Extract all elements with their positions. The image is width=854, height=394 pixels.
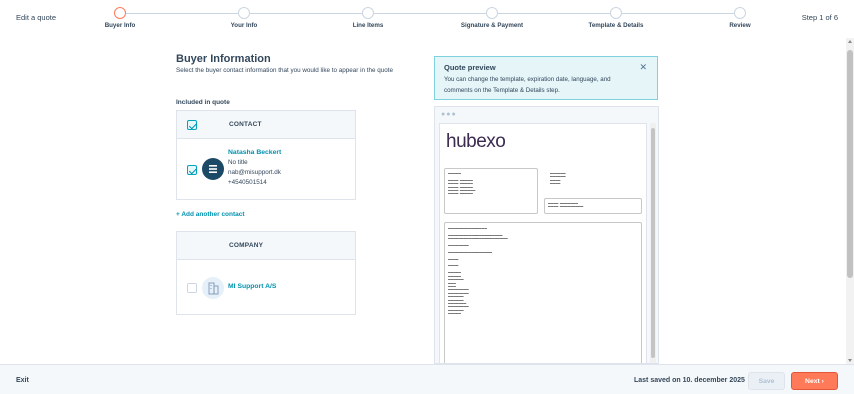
step-template-details[interactable]: Template & Details: [576, 7, 656, 29]
step-your-info[interactable]: Your Info: [204, 7, 284, 29]
edit-quote-label: Edit a quote: [16, 13, 57, 22]
contact-checkbox[interactable]: [187, 165, 197, 175]
next-button[interactable]: Next ›: [791, 372, 838, 390]
step-label: Line Items: [352, 22, 384, 29]
preview-placeholder-text: ▬▬▬▬▬▬▬▬▬▬▬▬▬▬▬ ▬▬▬▬▬▬▬▬▬▬▬▬▬▬▬▬▬▬▬▬▬ ▬▬…: [448, 227, 508, 316]
step-label: Buyer Info: [104, 22, 136, 29]
step-dot-icon: [238, 7, 250, 19]
preview-placeholder-text: ▬▬▬▬▬ ▬▬▬▬ ▬▬▬▬▬ ▬▬▬▬ ▬▬▬▬▬ ▬▬▬▬ ▬▬▬▬▬ ▬…: [448, 172, 476, 196]
save-button-label: Save: [758, 378, 775, 385]
company-header-label: COMPANY: [229, 242, 264, 249]
preview-placeholder-text: ▬▬▬▬▬▬ ▬▬▬▬▬▬ ▬▬▬▬ ▬▬▬▬: [550, 172, 566, 186]
preview-description: You can change the template, expiration …: [444, 76, 611, 94]
contact-header-label: CONTACT: [229, 121, 262, 128]
contact-title: No title: [228, 159, 248, 166]
building-icon: [208, 282, 219, 295]
preview-page: hubexo ▬▬▬▬▬ ▬▬▬▬ ▬▬▬▬▬ ▬▬▬▬ ▬▬▬▬▬ ▬▬▬▬ …: [439, 123, 647, 363]
step-label: Template & Details: [588, 22, 644, 29]
window-dots-icon: ●●●: [441, 111, 457, 118]
quote-preview-banner: Quote preview You can change the templat…: [434, 56, 658, 100]
wizard-header: Edit a quote Buyer Info Your Info Line I…: [0, 0, 854, 38]
page-title: Buyer Information: [176, 53, 271, 65]
preview-placeholder-text: ▬▬▬▬ ▬▬▬▬▬▬▬ ▬▬▬▬ ▬▬▬▬▬▬▬▬▬: [548, 202, 584, 209]
page-subtitle: Select the buyer contact information tha…: [176, 67, 394, 74]
wizard-footer: Exit Last saved on 10. december 2025 Sav…: [0, 364, 854, 394]
step-dot-icon: [362, 7, 374, 19]
preview-buyer-box: ▬▬▬▬▬ ▬▬▬▬ ▬▬▬▬▬ ▬▬▬▬ ▬▬▬▬▬ ▬▬▬▬ ▬▬▬▬▬ ▬…: [444, 168, 538, 214]
company-name-link[interactable]: MI Support A/S: [228, 283, 276, 290]
contact-avatar: [202, 158, 224, 180]
step-buyer-info[interactable]: Buyer Info: [80, 7, 160, 29]
close-icon[interactable]: ✕: [639, 62, 647, 73]
page-scrollbar[interactable]: [846, 38, 854, 364]
hubexo-logo: hubexo: [446, 131, 506, 152]
contact-name-link[interactable]: Natasha Beckert: [228, 149, 281, 156]
contact-phone: +4540501514: [228, 179, 267, 186]
step-dot-icon: [114, 7, 126, 19]
quote-preview-document: ●●● hubexo ▬▬▬▬▬ ▬▬▬▬ ▬▬▬▬▬ ▬▬▬▬ ▬▬▬▬▬ ▬…: [434, 106, 659, 364]
exit-button[interactable]: Exit: [16, 377, 29, 384]
last-saved-text: Last saved on 10. december 2025: [634, 377, 745, 384]
step-signature-payment[interactable]: Signature & Payment: [452, 7, 532, 29]
preview-body-box: ▬▬▬▬▬▬▬▬▬▬▬▬▬▬▬ ▬▬▬▬▬▬▬▬▬▬▬▬▬▬▬▬▬▬▬▬▬ ▬▬…: [444, 222, 642, 363]
contact-logo-icon: [209, 165, 217, 173]
scroll-down-icon[interactable]: [848, 359, 852, 362]
step-indicator: Step 1 of 6: [801, 13, 838, 22]
step-label: Signature & Payment: [460, 22, 524, 29]
contact-email: nab@misupport.dk: [228, 169, 281, 176]
chevron-right-icon: ›: [821, 378, 824, 385]
step-dot-icon: [610, 7, 622, 19]
company-avatar: [202, 277, 224, 299]
company-checkbox[interactable]: [187, 283, 197, 293]
save-button[interactable]: Save: [748, 372, 785, 390]
scroll-up-icon[interactable]: [848, 40, 852, 43]
contact-card: CONTACT Natasha Beckert No title nab@mis…: [176, 110, 356, 200]
select-all-contacts-checkbox[interactable]: [187, 120, 197, 130]
company-card: COMPANY MI Support A/S: [176, 231, 356, 315]
included-label: Included in quote: [176, 99, 230, 106]
step-dot-icon: [734, 7, 746, 19]
next-button-label: Next: [805, 378, 820, 385]
company-card-header: COMPANY: [177, 232, 355, 260]
preview-seller-box: ▬▬▬▬ ▬▬▬▬▬▬▬ ▬▬▬▬ ▬▬▬▬▬▬▬▬▬: [544, 198, 642, 214]
step-label: Review: [729, 22, 751, 29]
step-review[interactable]: Review: [700, 7, 780, 29]
contact-card-header: CONTACT: [177, 111, 355, 139]
preview-scroll-thumb[interactable]: [651, 128, 655, 358]
add-contact-link[interactable]: + Add another contact: [176, 211, 245, 218]
page-scroll-thumb[interactable]: [847, 50, 853, 278]
step-line-items[interactable]: Line Items: [328, 7, 408, 29]
step-label: Your Info: [230, 22, 258, 29]
preview-title: Quote preview: [444, 63, 496, 72]
step-dot-icon: [486, 7, 498, 19]
preview-scrollbar[interactable]: [650, 123, 656, 363]
